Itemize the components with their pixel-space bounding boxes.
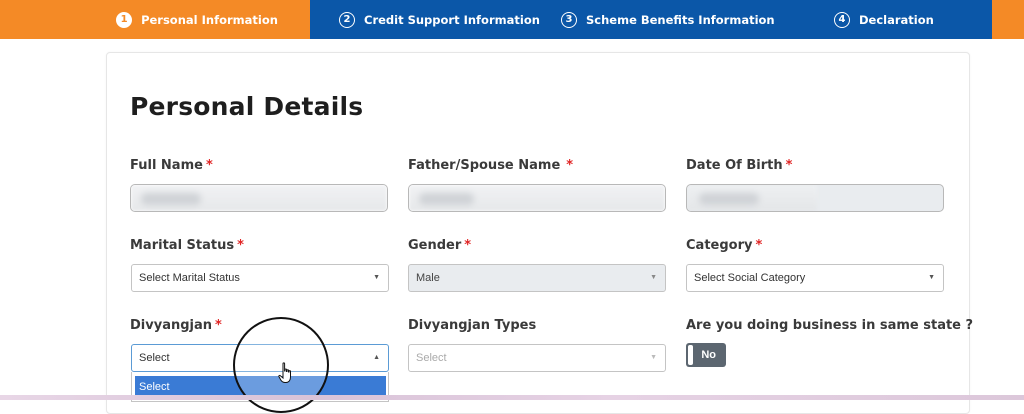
marital-status-label: Marital Status *: [130, 238, 244, 253]
date-of-birth-label: Date Of Birth *: [686, 158, 793, 173]
gender-label: Gender *: [408, 238, 472, 253]
father-spouse-name-label: Father/Spouse Name *: [408, 158, 574, 173]
step-number-3: 3: [561, 11, 577, 28]
divyangjan-value: Select: [139, 352, 170, 364]
step-number-4: 4: [834, 11, 850, 28]
redacted-value: [687, 185, 817, 211]
divyangjan-types-select[interactable]: Select ▼: [408, 344, 666, 372]
marital-status-select[interactable]: Select Marital Status ▼: [131, 264, 389, 292]
divyangjan-types-value: Select: [416, 352, 447, 364]
category-value: Select Social Category: [694, 272, 806, 284]
bottom-strip: [0, 395, 1024, 400]
same-state-toggle[interactable]: No: [686, 343, 726, 367]
marital-status-value: Select Marital Status: [139, 272, 240, 284]
progress-stepper: 1 Personal Information 2 Credit Support …: [0, 0, 1024, 39]
full-name-field[interactable]: [130, 184, 388, 212]
step-personal-information[interactable]: 1 Personal Information: [84, 0, 310, 39]
step-credit-support-information[interactable]: 2 Credit Support Information: [339, 0, 540, 39]
step-number-1: 1: [116, 11, 133, 28]
chevron-down-icon: ▼: [373, 274, 380, 281]
redacted-value: [409, 185, 665, 211]
gender-value: Male: [416, 272, 440, 284]
date-of-birth-field[interactable]: [686, 184, 944, 212]
hand-pointer-icon: [278, 362, 291, 383]
step-label: Declaration: [859, 12, 934, 27]
divyangjan-types-label: Divyangjan Types: [408, 318, 537, 333]
chevron-down-icon: ▼: [928, 274, 935, 281]
step-scheme-benefits-information[interactable]: 3 Scheme Benefits Information: [561, 0, 775, 39]
step-label: Scheme Benefits Information: [586, 12, 775, 27]
toggle-label: No: [701, 349, 716, 361]
chevron-up-icon: ▲: [373, 354, 380, 361]
chevron-down-icon: ▼: [650, 274, 657, 281]
father-spouse-name-field[interactable]: [408, 184, 666, 212]
gender-select[interactable]: Male ▼: [408, 264, 666, 292]
divyangjan-label: Divyangjan *: [130, 318, 222, 333]
same-state-label: Are you doing business in same state ?: [686, 318, 974, 333]
stepper-edge-right: [992, 0, 1024, 39]
redacted-value: [131, 185, 387, 211]
page-title: Personal Details: [130, 92, 364, 121]
step-number-2: 2: [339, 11, 355, 28]
category-label: Category *: [686, 238, 763, 253]
step-label: Credit Support Information: [364, 12, 540, 27]
toggle-knob: [688, 345, 693, 365]
category-select[interactable]: Select Social Category ▼: [686, 264, 944, 292]
chevron-down-icon: ▼: [650, 354, 657, 361]
step-label: Personal Information: [141, 12, 278, 27]
stepper-edge-left: [0, 0, 84, 39]
step-declaration[interactable]: 4 Declaration: [834, 0, 934, 39]
full-name-label: Full Name *: [130, 158, 213, 173]
